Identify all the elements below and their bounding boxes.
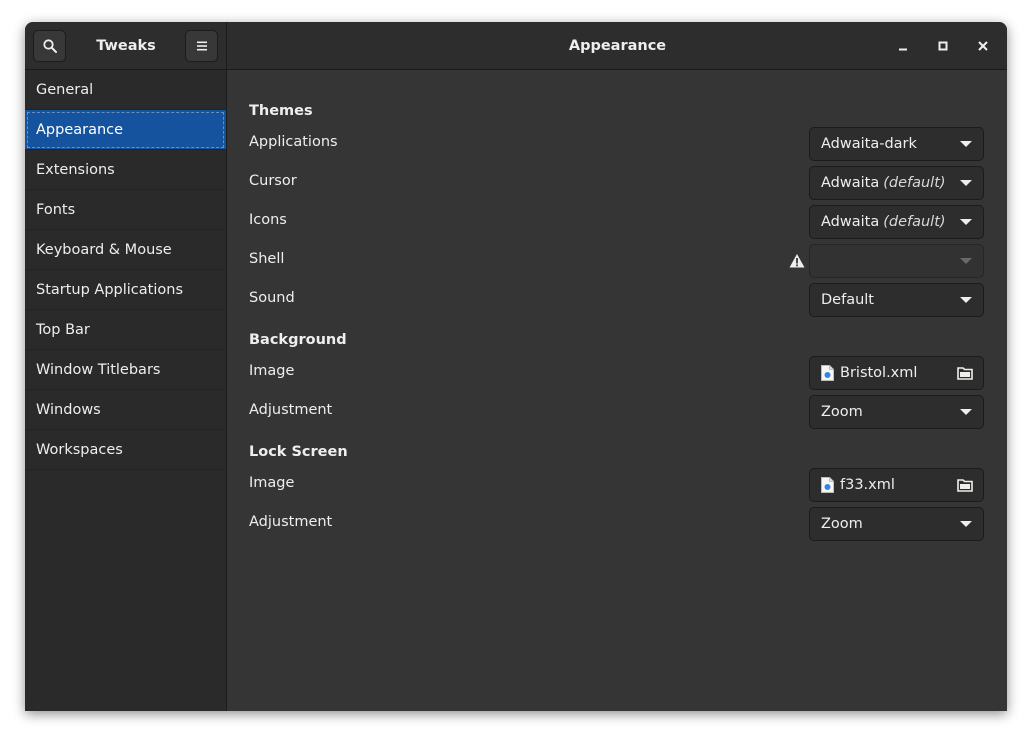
close-button[interactable] — [971, 34, 995, 58]
chevron-down-icon — [960, 258, 972, 264]
chevron-down-icon — [960, 297, 972, 303]
xml-document-icon — [821, 477, 834, 493]
sidebar: General Appearance Extensions Fonts Keyb… — [25, 70, 227, 711]
icons-theme-value: Adwaita — [821, 214, 880, 230]
close-icon — [978, 41, 988, 51]
sidebar-item-windows[interactable]: Windows — [25, 390, 226, 430]
xml-document-icon — [821, 365, 834, 381]
sidebar-item-appearance[interactable]: Appearance — [25, 110, 226, 150]
sidebar-item-extensions[interactable]: Extensions — [25, 150, 226, 190]
chevron-down-icon — [960, 521, 972, 527]
lock-screen-adjustment-value: Zoom — [821, 516, 863, 532]
sidebar-item-window-titlebars[interactable]: Window Titlebars — [25, 350, 226, 390]
background-adjustment-value: Zoom — [821, 404, 863, 420]
open-document-icon — [957, 367, 973, 380]
warning-icon — [789, 254, 805, 268]
sidebar-item-startup-applications[interactable]: Startup Applications — [25, 270, 226, 310]
minimize-button[interactable] — [891, 34, 915, 58]
background-adjustment-label: Adjustment — [249, 402, 333, 418]
shell-label: Shell — [249, 251, 285, 267]
sidebar-item-fonts[interactable]: Fonts — [25, 190, 226, 230]
lock-screen-image-file-chooser[interactable]: f33.xml — [809, 468, 984, 502]
background-image-filename: Bristol.xml — [840, 365, 918, 381]
divider — [948, 357, 949, 389]
icons-theme-default-tag: (default) — [883, 214, 946, 230]
sound-label: Sound — [249, 290, 295, 306]
sound-theme-dropdown[interactable]: Default — [809, 283, 984, 317]
header-bar: Tweaks Appearance — [25, 22, 1007, 70]
applications-label: Applications — [249, 134, 338, 150]
icons-theme-dropdown[interactable]: Adwaita (default) — [809, 205, 984, 239]
background-heading: Background — [249, 332, 347, 348]
chevron-down-icon — [960, 180, 972, 186]
applications-theme-dropdown[interactable]: Adwaita-dark — [809, 127, 984, 161]
appearance-panel: Themes Applications Adwaita-dark Cursor … — [228, 70, 1007, 711]
maximize-icon — [938, 41, 948, 51]
lock-screen-image-filename: f33.xml — [840, 477, 895, 493]
sidebar-item-general[interactable]: General — [25, 70, 226, 110]
search-icon — [42, 39, 57, 53]
sidebar-item-keyboard-mouse[interactable]: Keyboard & Mouse — [25, 230, 226, 270]
tweaks-window: Tweaks Appearance General Appearance Ext… — [25, 22, 1007, 711]
minimize-icon — [899, 48, 907, 51]
maximize-button[interactable] — [931, 34, 955, 58]
cursor-theme-dropdown[interactable]: Adwaita (default) — [809, 166, 984, 200]
themes-heading: Themes — [249, 103, 313, 119]
app-title: Tweaks — [96, 37, 156, 54]
hamburger-menu-icon — [196, 41, 207, 51]
sidebar-item-workspaces[interactable]: Workspaces — [25, 430, 226, 470]
open-document-icon — [957, 479, 973, 492]
sidebar-item-top-bar[interactable]: Top Bar — [25, 310, 226, 350]
menu-button[interactable] — [185, 30, 218, 62]
chevron-down-icon — [960, 219, 972, 225]
chevron-down-icon — [960, 141, 972, 147]
chevron-down-icon — [960, 409, 972, 415]
sound-theme-value: Default — [821, 292, 874, 308]
cursor-label: Cursor — [249, 173, 297, 189]
cursor-theme-value: Adwaita — [821, 175, 880, 191]
shell-theme-dropdown[interactable] — [809, 244, 984, 278]
background-adjustment-dropdown[interactable]: Zoom — [809, 395, 984, 429]
background-image-file-chooser[interactable]: Bristol.xml — [809, 356, 984, 390]
icons-label: Icons — [249, 212, 287, 228]
search-button[interactable] — [33, 30, 66, 62]
cursor-theme-default-tag: (default) — [883, 175, 946, 191]
divider — [948, 469, 949, 501]
lock-screen-image-label: Image — [249, 475, 295, 491]
background-image-label: Image — [249, 363, 295, 379]
header-left-pane: Tweaks — [25, 22, 227, 69]
applications-theme-value: Adwaita-dark — [821, 136, 917, 152]
lock-screen-adjustment-dropdown[interactable]: Zoom — [809, 507, 984, 541]
lock-screen-adjustment-label: Adjustment — [249, 514, 333, 530]
lock-screen-heading: Lock Screen — [249, 444, 348, 460]
